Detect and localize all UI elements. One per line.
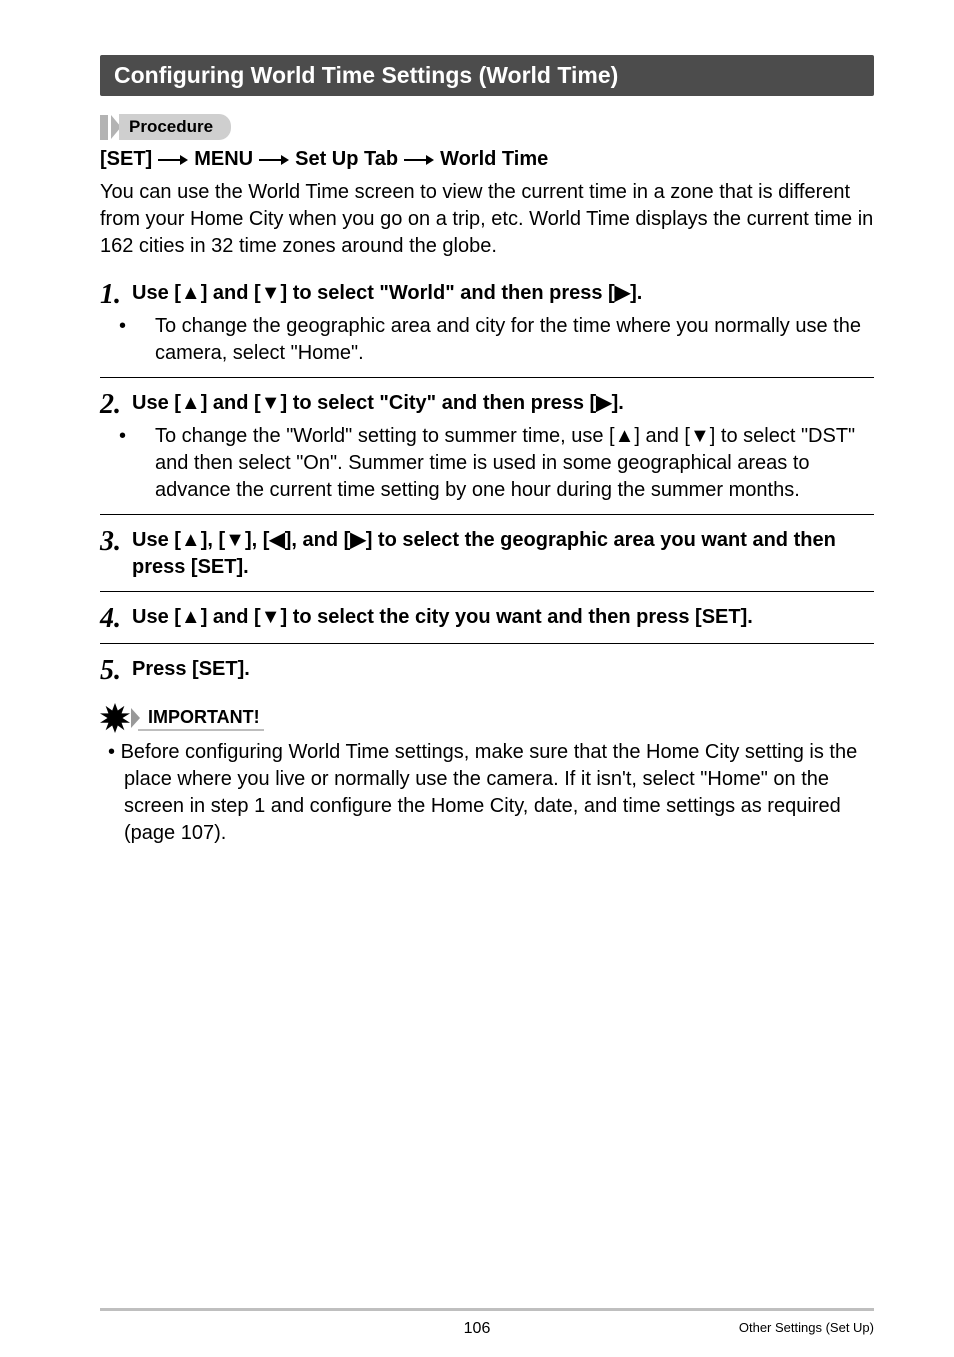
step-text: ] to select the city you want and then p…: [281, 606, 753, 628]
procedure-label: Procedure: [119, 114, 231, 140]
important-note: • Before configuring World Time settings…: [124, 739, 874, 847]
step-text: ], [: [245, 529, 269, 551]
step-text: ], [: [201, 529, 225, 551]
step-title: Use [▲] and [▼] to select the city you w…: [132, 604, 753, 631]
up-triangle-icon: ▲: [615, 425, 635, 447]
down-triangle-icon: ▼: [225, 529, 245, 551]
up-triangle-icon: ▲: [181, 282, 201, 304]
step-title: Use [▲] and [▼] to select "City" and the…: [132, 390, 624, 417]
step-text: ] to select "City" and then press [: [281, 392, 597, 414]
step-3: 3. Use [▲], [▼], [◀], and [▶] to select …: [100, 521, 874, 581]
step-text: Use [: [132, 529, 181, 551]
up-triangle-icon: ▲: [181, 392, 201, 414]
page-footer: 106 Other Settings (Set Up): [0, 1314, 954, 1329]
separator-line: [100, 377, 874, 378]
down-triangle-icon: ▼: [261, 282, 281, 304]
bullet-icon: •: [137, 313, 155, 340]
important-label: IMPORTANT!: [138, 705, 264, 731]
step-text: ] and [: [201, 606, 261, 628]
procedure-label-row: Procedure: [100, 114, 874, 140]
step-text: Use [: [132, 606, 181, 628]
step-text: ] and [: [201, 282, 261, 304]
step-text: Use [: [132, 392, 181, 414]
bullet-icon: •: [108, 741, 121, 763]
step-note-text: To change the geographic area and city f…: [155, 315, 861, 364]
right-triangle-icon: ▶: [596, 392, 611, 414]
footer-section-name: Other Settings (Set Up): [739, 1320, 874, 1335]
step-text: ], and [: [285, 529, 351, 551]
step-4: 4. Use [▲] and [▼] to select the city yo…: [100, 598, 874, 633]
arrow-right-icon: [259, 155, 289, 165]
breadcrumb-item-worldtime: World Time: [440, 148, 548, 171]
breadcrumb-item-menu: MENU: [194, 148, 253, 171]
left-triangle-icon: ◀: [269, 529, 284, 551]
step-text: Use [: [132, 282, 181, 304]
arrow-right-icon: [158, 155, 188, 165]
section-heading: Configuring World Time Settings (World T…: [100, 55, 874, 96]
step-number: 2.: [100, 390, 132, 419]
step-number: 5.: [100, 656, 132, 685]
step-number: 4.: [100, 604, 132, 633]
step-title: Press [SET].: [132, 656, 250, 683]
separator-line: [100, 643, 874, 644]
down-triangle-icon: ▼: [261, 606, 281, 628]
breadcrumb-item-set: [SET]: [100, 148, 152, 171]
important-row: IMPORTANT!: [100, 703, 874, 733]
breadcrumb-item-setup: Set Up Tab: [295, 148, 398, 171]
breadcrumb: [SET] MENU Set Up Tab World Time: [100, 148, 874, 171]
step-note-text: To change the "World" setting to summer …: [155, 425, 615, 447]
step-note: • To change the geographic area and city…: [155, 313, 874, 367]
separator-line: [100, 514, 874, 515]
down-triangle-icon: ▼: [261, 392, 281, 414]
step-text: ].: [630, 282, 642, 304]
step-2: 2. Use [▲] and [▼] to select "City" and …: [100, 384, 874, 504]
step-5: 5. Press [SET].: [100, 650, 874, 685]
step-number: 3.: [100, 527, 132, 556]
right-triangle-icon: ▶: [615, 282, 630, 304]
procedure-bar-icon: [100, 115, 108, 140]
step-number: 1.: [100, 280, 132, 309]
step-text: ] to select "World" and then press [: [281, 282, 615, 304]
right-triangle-icon: ▶: [350, 529, 365, 551]
important-note-text: Before configuring World Time settings, …: [121, 741, 858, 844]
step-title: Use [▲] and [▼] to select "World" and th…: [132, 280, 642, 307]
step-title: Use [▲], [▼], [◀], and [▶] to select the…: [132, 527, 874, 581]
up-triangle-icon: ▲: [181, 529, 201, 551]
step-1: 1. Use [▲] and [▼] to select "World" and…: [100, 274, 874, 367]
arrow-right-icon: [404, 155, 434, 165]
separator-line: [100, 591, 874, 592]
burst-icon: [100, 703, 130, 733]
page-number: 106: [464, 1320, 491, 1338]
step-text: ] and [: [201, 392, 261, 414]
footer-rule: [100, 1308, 874, 1311]
down-triangle-icon: ▼: [690, 425, 710, 447]
step-text: Press [SET].: [132, 658, 250, 680]
bullet-icon: •: [137, 423, 155, 450]
intro-paragraph: You can use the World Time screen to vie…: [100, 179, 874, 260]
step-note: • To change the "World" setting to summe…: [155, 423, 874, 504]
step-text: ].: [612, 392, 624, 414]
step-note-text: ] and [: [634, 425, 690, 447]
up-triangle-icon: ▲: [181, 606, 201, 628]
